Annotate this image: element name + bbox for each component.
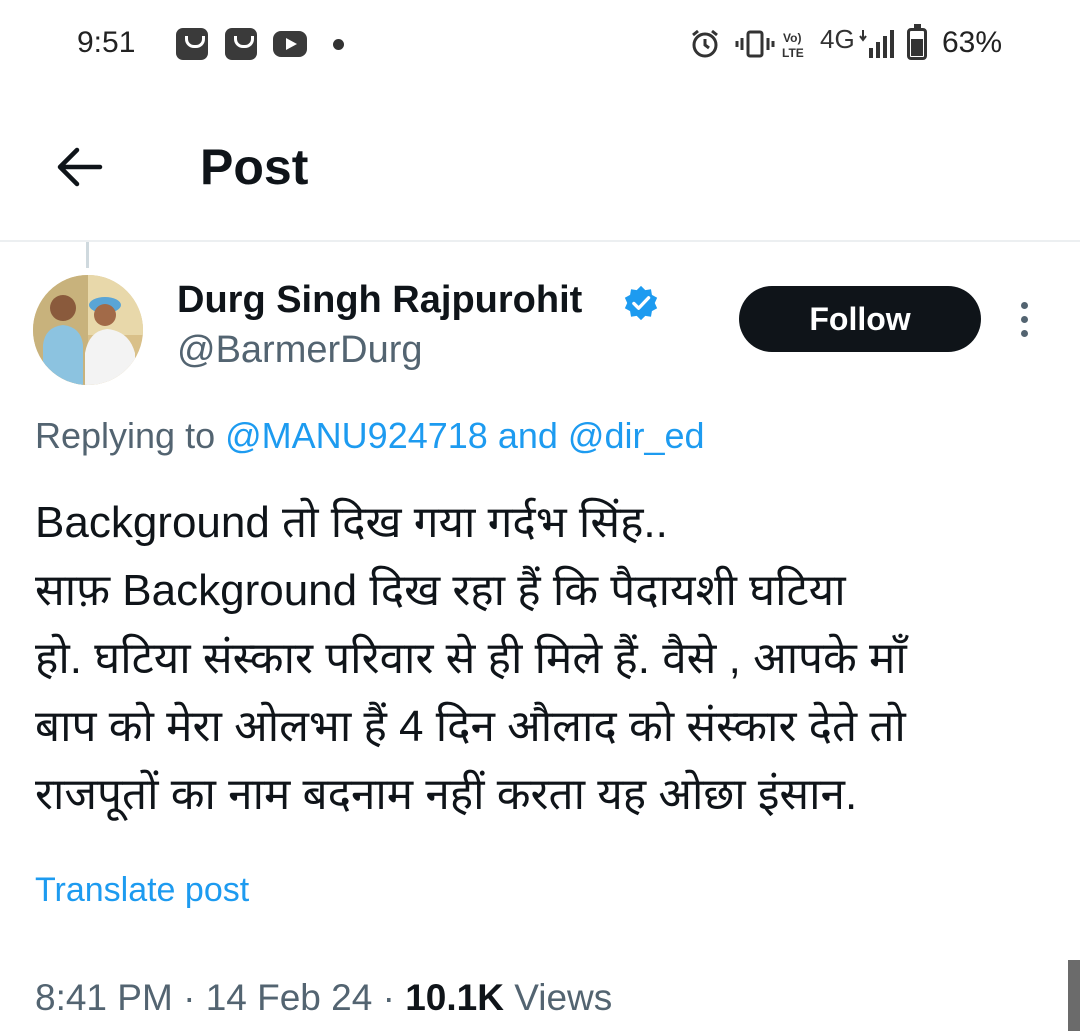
shopping-bag-icon <box>176 28 208 60</box>
network-type: 4G <box>820 24 855 54</box>
author-display-name[interactable]: Durg Singh Rajpurohit <box>177 279 582 322</box>
youtube-icon <box>273 31 307 57</box>
tweet-text: Background तो दिख गया गर्दभ सिंह.. साफ़ … <box>35 489 1055 829</box>
reply-prefix: Replying to <box>35 415 216 456</box>
mention-link[interactable]: @MANU924718 <box>225 415 488 456</box>
verified-badge-icon <box>624 285 658 321</box>
follow-button[interactable]: Follow <box>739 286 981 352</box>
post-screen: 9:51 Vo) LTE 4G 63% Post Durg Singh Rajp… <box>0 0 1080 1031</box>
back-arrow-icon[interactable] <box>50 138 108 196</box>
battery-icon <box>907 24 927 60</box>
author-handle[interactable]: @BarmerDurg <box>177 329 423 372</box>
views-label[interactable]: Views <box>514 977 612 1018</box>
views-count[interactable]: 10.1K <box>405 977 504 1018</box>
post-metadata: 8:41 PM · 14 Feb 24 · 10.1K Views <box>35 977 612 1019</box>
svg-text:Vo): Vo) <box>783 31 801 45</box>
mention-link[interactable]: @dir_ed <box>568 415 705 456</box>
meta-separator: · <box>183 977 196 1018</box>
tweet-text-line: Background तो दिख गया गर्दभ सिंह.. <box>35 498 668 547</box>
avatar[interactable] <box>33 275 143 385</box>
tweet-text-line: राजपूतों का नाम बदनाम नहीं करता यह ओछा इ… <box>35 770 858 819</box>
status-bar: 9:51 Vo) LTE 4G 63% <box>0 0 1080 92</box>
scrollbar[interactable] <box>1068 960 1080 1031</box>
header-divider <box>0 240 1080 242</box>
battery-level: 63% <box>942 26 1003 59</box>
more-options-icon[interactable] <box>1010 296 1038 344</box>
tweet-text-line: साफ़ Background दिख रहा हैं कि पैदायशी घ… <box>35 566 846 615</box>
post-time: 8:41 PM <box>35 977 173 1018</box>
translate-post-link[interactable]: Translate post <box>35 871 249 910</box>
more-notifications-dot-icon <box>333 39 344 50</box>
signal-icon <box>859 30 894 58</box>
reply-context: Replying to @MANU924718 and @dir_ed <box>35 415 705 457</box>
meta-separator: · <box>382 977 395 1018</box>
status-time: 9:51 <box>77 26 136 59</box>
tweet-text-line: बाप को मेरा ओलभा हैं 4 दिन औलाद को संस्क… <box>35 702 906 751</box>
thread-connector-line <box>86 242 89 268</box>
shopping-bag-icon <box>225 28 257 60</box>
post-date: 14 Feb 24 <box>205 977 373 1018</box>
reply-conjunction: and <box>497 415 558 456</box>
page-title: Post <box>200 139 309 195</box>
volte-icon: Vo) LTE <box>782 31 804 60</box>
tweet-text-line: हो. घटिया संस्कार परिवार से ही मिले हैं.… <box>35 634 907 683</box>
vibrate-icon <box>735 30 775 58</box>
svg-text:LTE: LTE <box>782 46 804 60</box>
alarm-icon <box>692 29 718 58</box>
